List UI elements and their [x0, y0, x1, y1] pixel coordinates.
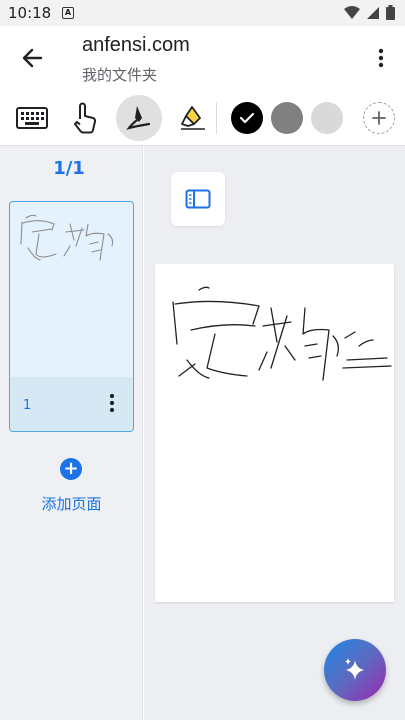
drawing-toolbar	[0, 90, 405, 146]
add-color-button[interactable]	[363, 102, 395, 134]
toolbar-divider	[216, 102, 217, 134]
plus-icon	[372, 111, 386, 125]
sidebar-panel-icon	[185, 189, 211, 209]
more-vert-icon	[378, 48, 384, 68]
thumbnail-more-button[interactable]	[109, 393, 115, 417]
drawing-page[interactable]	[155, 264, 394, 602]
page-title: anfensi.com	[82, 34, 190, 56]
page-counter: 1/1	[53, 158, 85, 179]
status-bar: 10:18 A	[0, 0, 405, 26]
battery-icon	[386, 5, 395, 20]
signal-icon	[367, 6, 379, 19]
back-button[interactable]	[14, 40, 50, 76]
pen-tool-button[interactable]	[116, 95, 162, 141]
add-page-icon[interactable]: +	[60, 458, 82, 480]
toggle-sidebar-button[interactable]	[171, 172, 225, 226]
page-thumbnail[interactable]: 1	[9, 201, 134, 432]
app-bar: anfensi.com 我的文件夹	[0, 26, 405, 90]
highlighter-tool-button[interactable]	[170, 95, 216, 141]
page-sidebar: 1/1 1 + 添加页面	[0, 146, 143, 720]
more-options-button[interactable]	[365, 42, 397, 74]
handwriting-strokes	[172, 286, 392, 381]
ai-assist-button[interactable]	[324, 639, 386, 701]
status-time: 10:18	[8, 4, 52, 22]
hand-tool-button[interactable]	[62, 95, 108, 141]
add-page-button[interactable]: 添加页面	[0, 493, 143, 514]
thumbnail-footer: 1	[10, 377, 133, 431]
color-swatch-light-gray[interactable]	[311, 102, 343, 134]
canvas-area	[144, 146, 405, 720]
keyboard-tool-button[interactable]	[9, 95, 55, 141]
thumbnail-handwriting	[20, 214, 114, 261]
hand-icon	[74, 102, 97, 134]
notification-icon: A	[62, 7, 74, 19]
color-swatch-gray[interactable]	[271, 102, 303, 134]
status-icons	[344, 5, 395, 20]
folder-subtitle: 我的文件夹	[82, 66, 158, 84]
color-swatch-black[interactable]	[231, 102, 263, 134]
highlighter-icon	[181, 106, 205, 130]
sparkle-icon	[345, 658, 364, 680]
arrow-left-icon	[22, 48, 43, 68]
keyboard-icon	[16, 107, 48, 129]
thumbnail-page-number: 1	[23, 398, 32, 413]
more-vert-icon	[109, 393, 115, 413]
pen-icon	[126, 106, 151, 130]
wifi-icon	[344, 5, 360, 19]
checkmark-icon	[239, 112, 255, 124]
